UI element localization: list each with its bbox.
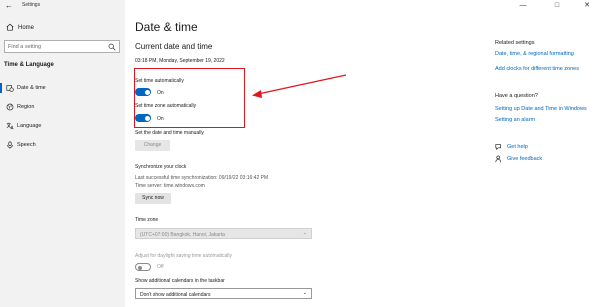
globe-icon [6,103,14,111]
time-server-text: Time server: time.windows.com [135,183,205,189]
nav-home-label: Home [18,25,35,31]
search-placeholder: Find a setting [8,44,42,50]
microphone-icon [7,141,13,149]
current-datetime: 03:18 PM, Monday, September 19, 2022 [135,58,225,64]
last-sync-text: Last successful time synchronization: 09… [135,175,269,181]
sidebar: ← Settings Home Find a setting Time & La… [0,0,125,307]
set-timezone-auto-label: Set time zone automatically [135,103,197,109]
set-time-auto-toggle[interactable] [135,88,151,96]
right-column: Related settings Date, time, & regional … [495,0,600,307]
dst-state: Off [157,264,164,270]
dst-label: Adjust for daylight saving time automati… [135,253,232,259]
chevron-down-icon: ⌄ [302,290,307,296]
calendar-clock-icon [6,85,14,92]
main-content: — □ ✕ Date & time Current date and time … [125,0,600,307]
titlebar-left: ← Settings [0,0,125,13]
dst-toggle[interactable] [135,263,151,271]
sidebar-item-label: Date & time [17,85,46,91]
question-link-alarm[interactable]: Setting an alarm [495,117,535,123]
sidebar-item-region[interactable]: Region [0,100,125,114]
timezone-label: Time zone [135,217,159,223]
sync-heading: Synchronize your clock [135,164,187,170]
question-heading: Have a question? [495,93,538,99]
sidebar-item-label: Region [17,104,35,110]
set-timezone-auto-state: On [157,116,164,122]
calendars-value: Don't show additional calendars [140,291,211,298]
question-link-setup[interactable]: Setting up Date and Time in Windows [495,106,587,112]
toggle-knob [137,265,142,270]
help-icon [495,144,501,151]
sync-now-button[interactable]: Sync now [135,193,171,204]
back-arrow-icon[interactable]: ← [4,1,14,11]
set-timezone-auto-toggle[interactable] [135,114,151,122]
set-manual-label: Set the date and time manually [135,130,204,136]
sidebar-item-language[interactable]: Language [0,119,125,133]
language-icon [6,122,14,130]
calendars-dropdown[interactable]: Don't show additional calendars ⌄ [135,288,312,299]
calendars-label: Show additional calendars in the taskbar [135,278,225,284]
sidebar-item-label: Language [17,123,42,129]
related-link-formatting[interactable]: Date, time, & regional formatting [495,51,574,57]
page-title: Date & time [135,20,198,34]
toggle-knob [144,115,150,121]
set-time-auto-state: On [157,90,164,96]
timezone-value: (UTC+07:00) Bangkok, Hanoi, Jakarta [140,231,225,238]
get-help-link[interactable]: Get help [507,144,528,150]
sidebar-item-label: Speech [17,142,36,148]
section-heading: Time & Language [4,62,54,68]
search-input[interactable]: Find a setting [4,40,120,53]
related-link-add-clocks[interactable]: Add clocks for different time zones [495,66,579,72]
sidebar-item-speech[interactable]: Speech [0,138,125,152]
home-icon [6,23,14,31]
give-feedback-link[interactable]: Give feedback [507,156,542,162]
set-time-auto-label: Set time automatically [135,78,184,84]
search-icon [108,43,116,51]
chevron-down-icon: ⌄ [302,230,307,236]
feedback-icon [495,155,501,163]
related-settings-heading: Related settings [495,40,535,46]
section-title: Current date and time [135,42,213,51]
toggle-knob [144,89,150,95]
nav-home[interactable]: Home [0,20,125,36]
change-button[interactable]: Change [135,140,170,151]
app-title: Settings [22,2,41,8]
sidebar-item-date-time[interactable]: Date & time [0,81,125,95]
timezone-dropdown[interactable]: (UTC+07:00) Bangkok, Hanoi, Jakarta ⌄ [135,228,312,239]
